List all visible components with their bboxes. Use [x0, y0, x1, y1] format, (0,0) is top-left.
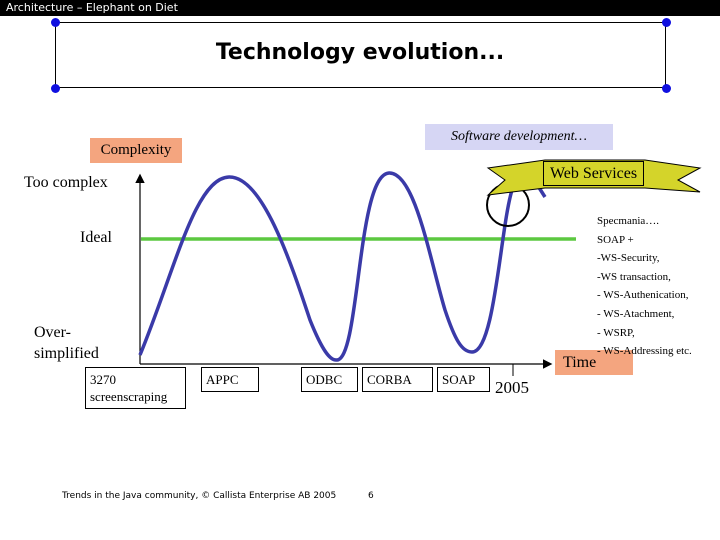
footer-text: Trends in the Java community, © Callista…	[62, 491, 337, 501]
tech-label: 3270	[90, 372, 116, 387]
tech-label: screenscraping	[90, 389, 168, 404]
spec-item: SOAP +	[597, 233, 634, 246]
year-label: 2005	[495, 378, 529, 397]
spec-item: - WS-Authenication,	[597, 289, 689, 302]
oversimplified-label: Over-simplified	[34, 322, 99, 364]
spec-item: - WSRP,	[597, 326, 635, 339]
too-complex-label: Too complex	[24, 174, 108, 191]
tech-box-soap: SOAP	[437, 367, 490, 392]
spec-item: - WS-Atachment,	[597, 307, 675, 320]
page-number: 6	[368, 491, 374, 501]
spec-item: -WS transaction,	[597, 270, 671, 283]
spec-item: Specmania….	[597, 215, 660, 227]
ideal-label: Ideal	[80, 229, 112, 246]
spec-list: Specmania…. SOAP + -WS-Security, -WS tra…	[597, 212, 692, 361]
tech-box-appc: APPC	[201, 367, 259, 392]
oversimplified-line2: simplified	[34, 345, 99, 362]
spec-item: -WS-Security,	[597, 252, 660, 265]
spec-item: - WS-Addressing etc.	[597, 345, 692, 358]
tech-box-corba: CORBA	[362, 367, 433, 392]
tech-box-odbc: ODBC	[301, 367, 358, 392]
web-services-label: Web Services	[543, 161, 644, 186]
complexity-curve	[138, 171, 514, 362]
oversimplified-line1: Over-	[34, 324, 71, 341]
tech-box-3270: 3270 screenscraping	[85, 367, 186, 409]
